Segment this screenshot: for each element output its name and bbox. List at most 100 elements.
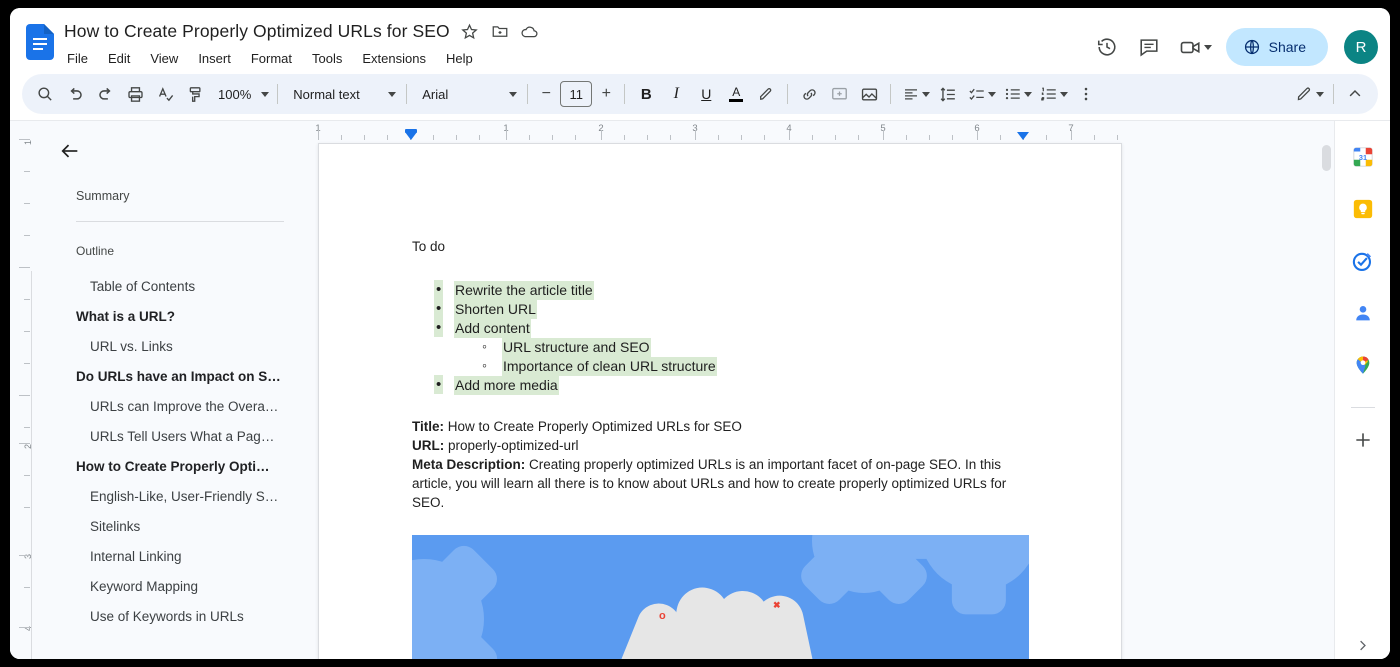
horizontal-ruler[interactable]: 1 1 2 3	[300, 121, 1334, 143]
bulleted-list-selector[interactable]	[999, 79, 1035, 109]
google-keep-icon[interactable]	[1345, 191, 1381, 227]
editing-mode-selector[interactable]	[1289, 79, 1327, 109]
todo-item-4[interactable]: Importance of clean URL structure	[430, 357, 1028, 376]
numbered-list-selector[interactable]	[1035, 79, 1071, 109]
outline-label: Outline	[54, 244, 284, 258]
paint-format-icon[interactable]	[180, 79, 210, 109]
document-title[interactable]: How to Create Properly Optimized URLs fo…	[64, 20, 450, 42]
google-contacts-icon[interactable]	[1345, 295, 1381, 331]
comment-icon[interactable]	[1130, 28, 1168, 66]
underline-label: U	[701, 86, 711, 102]
undo-icon[interactable]	[60, 79, 90, 109]
zoom-chevron-down-icon	[261, 92, 269, 97]
back-arrow-icon[interactable]	[54, 135, 86, 167]
todo-item-1[interactable]: Shorten URL	[430, 300, 1028, 319]
todo-item-3[interactable]: URL structure and SEO	[430, 338, 1028, 357]
toolbar-divider	[624, 84, 625, 104]
menu-file[interactable]: File	[64, 49, 91, 69]
bold-label: B	[641, 86, 652, 103]
version-history-icon[interactable]	[1088, 28, 1126, 66]
plus-icon[interactable]: plus-icon	[256, 183, 282, 209]
chevron-up-icon[interactable]	[1340, 79, 1370, 109]
summary-label: Summary	[76, 189, 129, 203]
outline-item-6[interactable]: How to Create Properly Opti…	[54, 452, 284, 482]
share-button[interactable]: Share	[1226, 28, 1328, 66]
document-page[interactable]: To do Rewrite the article title Shorten …	[318, 143, 1122, 659]
menu-tools[interactable]: Tools	[309, 49, 345, 69]
page-content: To do Rewrite the article title Shorten …	[319, 144, 1121, 659]
meta-description-line[interactable]: Meta Description: Creating properly opti…	[412, 455, 1028, 512]
decrease-font-size-button[interactable]: −	[534, 82, 558, 106]
text-color-button[interactable]: A	[721, 79, 751, 109]
font-size-input[interactable]	[560, 81, 592, 107]
bold-button[interactable]: B	[631, 79, 661, 109]
menu-extensions[interactable]: Extensions	[359, 49, 429, 69]
star-icon[interactable]	[460, 21, 480, 41]
checklist-selector[interactable]	[963, 79, 999, 109]
paragraph-style-selector[interactable]: Normal text	[284, 80, 400, 108]
outline-item-4[interactable]: URLs can Improve the Overa…	[54, 392, 284, 422]
move-to-folder-icon[interactable]	[490, 21, 510, 41]
outline-item-7[interactable]: English-Like, User-Friendly S…	[54, 482, 284, 512]
outline-item-2[interactable]: URL vs. Links	[54, 332, 284, 362]
chevron-right-icon[interactable]	[1349, 631, 1377, 659]
document-scrollbar-thumb[interactable]	[1322, 145, 1331, 171]
google-docs-icon[interactable]	[22, 20, 58, 64]
title-line[interactable]: Title: How to Create Properly Optimized …	[412, 417, 1028, 436]
google-maps-icon[interactable]	[1345, 347, 1381, 383]
title-value: How to Create Properly Optimized URLs fo…	[448, 419, 742, 434]
meta-block: Title: How to Create Properly Optimized …	[412, 417, 1028, 512]
google-tasks-icon[interactable]	[1345, 243, 1381, 279]
vertical-ruler[interactable]: 1 2 3 4	[10, 121, 32, 659]
menu-help[interactable]: Help	[443, 49, 476, 69]
left-indent-marker[interactable]	[405, 132, 417, 140]
outline-item-0[interactable]: Table of Contents	[54, 272, 284, 302]
add-comment-icon[interactable]	[824, 79, 854, 109]
outline-item-3[interactable]: Do URLs have an Impact on S…	[54, 362, 284, 392]
italic-button[interactable]: I	[661, 79, 691, 109]
outline-item-1[interactable]: What is a URL?	[54, 302, 284, 332]
outline-item-10[interactable]: Keyword Mapping	[54, 572, 284, 602]
todo-item-5[interactable]: Add more media	[430, 376, 1028, 395]
hero-illustration[interactable]: o ✖	[412, 535, 1029, 659]
menu-view[interactable]: View	[147, 49, 181, 69]
url-label: URL:	[412, 438, 444, 453]
redo-icon[interactable]	[90, 79, 120, 109]
meet-chevron-down-icon[interactable]	[1204, 45, 1212, 50]
toolbar-divider	[527, 84, 528, 104]
insert-link-icon[interactable]	[794, 79, 824, 109]
insert-image-icon[interactable]	[854, 79, 884, 109]
spellcheck-icon[interactable]	[150, 79, 180, 109]
underline-button[interactable]: U	[691, 79, 721, 109]
menu-edit[interactable]: Edit	[105, 49, 133, 69]
number-chevron-down-icon	[1060, 92, 1068, 97]
more-options-icon[interactable]	[1071, 79, 1101, 109]
search-icon[interactable]	[30, 79, 60, 109]
editing-mode-chevron-down-icon	[1316, 92, 1324, 97]
outline-item-5[interactable]: URLs Tell Users What a Pag…	[54, 422, 284, 452]
highlight-pen-icon[interactable]	[751, 79, 781, 109]
top-bar-actions: Share R	[1088, 16, 1378, 66]
align-selector[interactable]	[897, 79, 933, 109]
right-indent-marker[interactable]	[1017, 132, 1029, 140]
line-spacing-icon[interactable]	[933, 79, 963, 109]
menu-format[interactable]: Format	[248, 49, 295, 69]
url-line[interactable]: URL: properly-optimized-url	[412, 436, 1028, 455]
google-calendar-icon[interactable]: 31	[1345, 139, 1381, 175]
avatar[interactable]: R	[1344, 30, 1378, 64]
document-scrollbar[interactable]	[1322, 145, 1331, 659]
zoom-selector[interactable]: 100%	[210, 80, 271, 108]
todo-item-2[interactable]: Add content	[430, 319, 1028, 338]
menu-insert[interactable]: Insert	[195, 49, 234, 69]
outline-item-11[interactable]: Use of Keywords in URLs	[54, 602, 284, 632]
print-icon[interactable]	[120, 79, 150, 109]
add-ons-plus-icon[interactable]	[1345, 422, 1381, 458]
font-family-selector[interactable]: Arial	[413, 80, 521, 108]
meta-description-label: Meta Description:	[412, 457, 525, 472]
increase-font-size-button[interactable]: +	[594, 82, 618, 106]
todo-heading: To do	[412, 237, 1028, 257]
outline-item-9[interactable]: Internal Linking	[54, 542, 284, 572]
outline-item-8[interactable]: Sitelinks	[54, 512, 284, 542]
cloud-saved-icon[interactable]	[520, 21, 540, 41]
todo-item-0[interactable]: Rewrite the article title	[430, 281, 1028, 300]
